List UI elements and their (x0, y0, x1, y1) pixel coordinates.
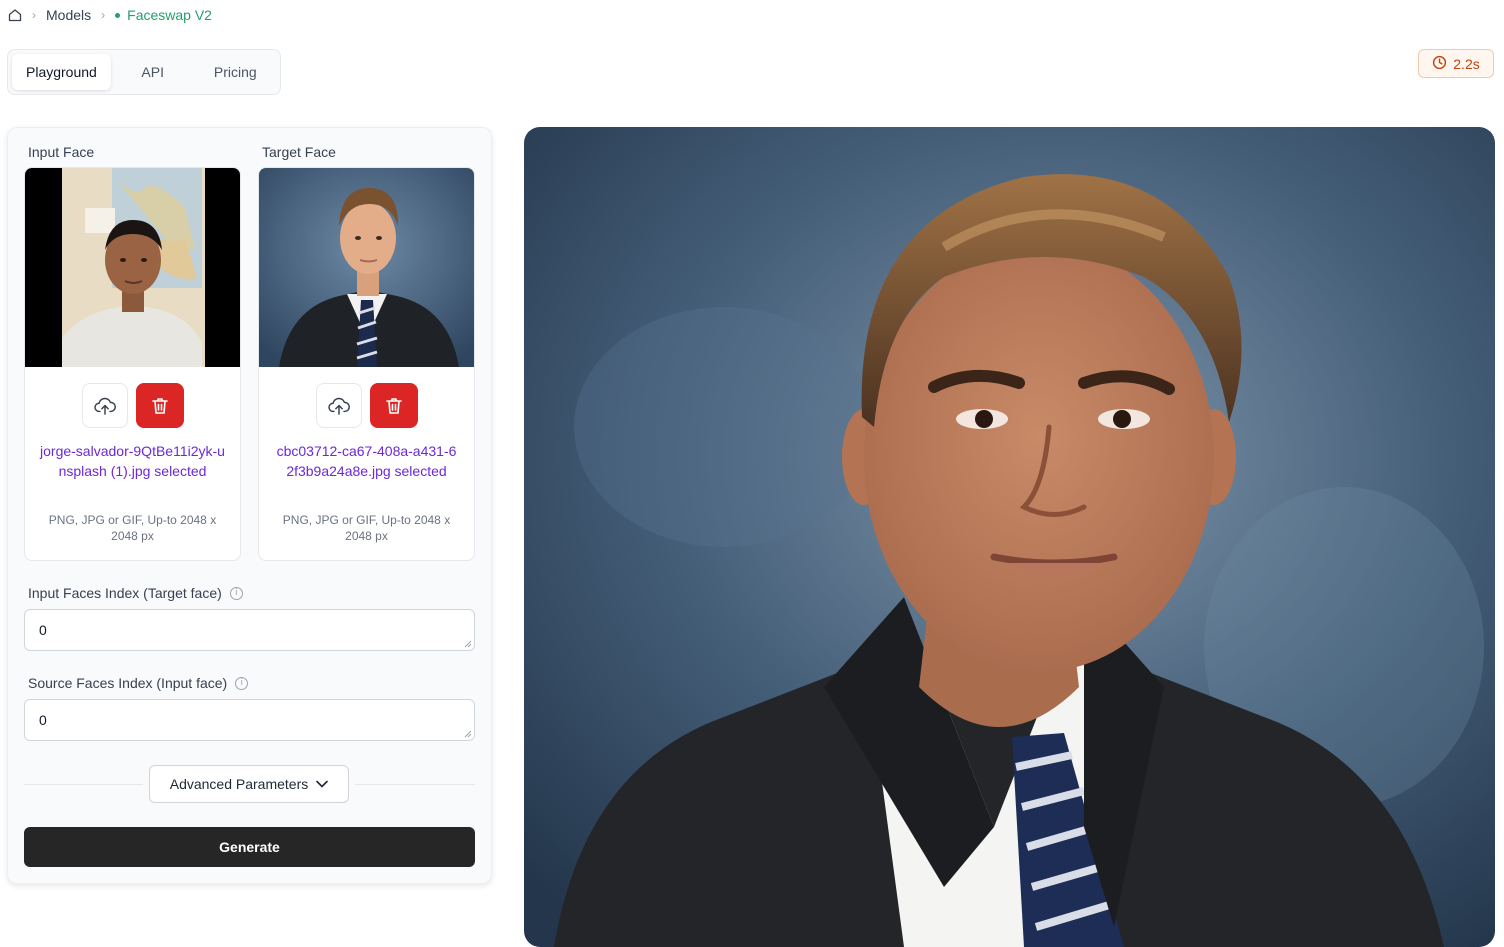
status-dot (115, 12, 121, 18)
input-face-image (25, 168, 240, 367)
tab-pricing[interactable]: Pricing (195, 54, 276, 90)
target-face-hint: PNG, JPG or GIF, Up-to 2048 x 2048 px (282, 513, 451, 543)
trash-icon (385, 397, 402, 414)
advanced-parameters-label: Advanced Parameters (169, 776, 309, 792)
upload-target-face-button[interactable] (315, 383, 362, 428)
target-face-card: cbc03712-ca67-408a-a431-62f3b9a24a8e.jpg… (258, 167, 475, 561)
resize-grip-icon[interactable] (464, 640, 472, 648)
tab-api[interactable]: API (115, 54, 191, 90)
divider (24, 784, 143, 785)
upload-input-face-button[interactable] (81, 383, 128, 428)
input-face-hint: PNG, JPG or GIF, Up-to 2048 x 2048 px (48, 513, 217, 543)
input-faces-index-field[interactable]: 0 (24, 609, 475, 651)
timer-badge: 2.2s (1418, 49, 1494, 78)
trash-icon (151, 397, 168, 414)
home-icon[interactable] (8, 8, 22, 22)
chevron-down-icon (316, 780, 329, 788)
breadcrumb-current-label: Faceswap V2 (127, 7, 212, 23)
clock-icon (1432, 55, 1447, 73)
chevron-right-icon: › (32, 8, 36, 22)
delete-target-face-button[interactable] (369, 383, 418, 428)
timer-value: 2.2s (1453, 55, 1480, 72)
input-faces-index-label: Input Faces Index (Target face) i (28, 585, 243, 601)
source-faces-index-field[interactable]: 0 (24, 699, 475, 741)
input-face-label: Input Face (28, 144, 95, 160)
input-face-card: jorge-salvador-9QtBe11i2yk-unsplash (1).… (24, 167, 241, 561)
advanced-parameters-button[interactable]: Advanced Parameters (149, 765, 349, 803)
breadcrumb-current: Faceswap V2 (115, 7, 212, 23)
breadcrumb-models[interactable]: Models (46, 7, 91, 23)
playground-panel: Input Face Target Face jorge-salvador-9Q… (7, 127, 492, 884)
input-faces-index-value: 0 (39, 622, 47, 638)
divider (355, 784, 475, 785)
generate-button[interactable]: Generate (24, 827, 475, 867)
target-face-label: Target Face (262, 144, 336, 160)
info-icon[interactable]: i (235, 676, 249, 690)
chevron-right-icon: › (101, 8, 106, 22)
cloud-upload-icon (93, 397, 116, 415)
breadcrumb: › Models › Faceswap V2 (8, 5, 212, 25)
source-faces-index-value: 0 (39, 712, 47, 728)
source-faces-index-label: Source Faces Index (Input face) i (28, 675, 249, 691)
delete-input-face-button[interactable] (135, 383, 184, 428)
input-face-filename: jorge-salvador-9QtBe11i2yk-unsplash (1).… (40, 443, 225, 479)
source-faces-index-label-text: Source Faces Index (Input face) (28, 675, 228, 691)
resize-grip-icon[interactable] (464, 730, 472, 738)
target-face-filename: cbc03712-ca67-408a-a431-62f3b9a24a8e.jpg… (276, 443, 457, 479)
input-faces-index-label-text: Input Faces Index (Target face) (28, 585, 222, 601)
tab-playground[interactable]: Playground (12, 54, 111, 90)
result-image (524, 127, 1495, 947)
tab-bar: Playground API Pricing (7, 49, 281, 95)
info-icon[interactable]: i (229, 586, 243, 600)
target-face-image (259, 168, 474, 367)
cloud-upload-icon (327, 397, 350, 415)
